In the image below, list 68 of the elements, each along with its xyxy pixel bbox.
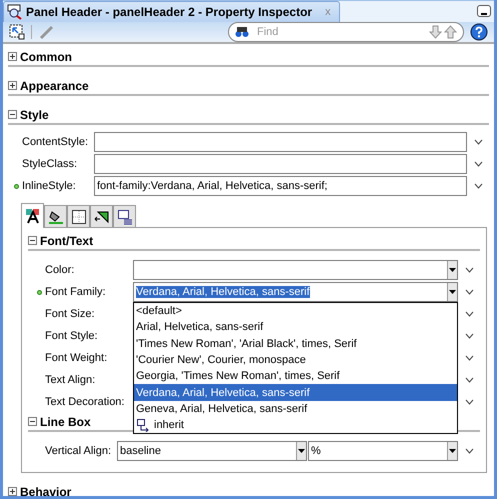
- property-label: Color:: [45, 264, 76, 276]
- property-label: Text Align:: [45, 374, 96, 386]
- minimize-icon: [481, 13, 487, 15]
- group-title: Font/Text: [40, 234, 94, 248]
- property-label: StyleClass:: [22, 158, 78, 170]
- expand-toggle[interactable]: [8, 81, 17, 90]
- field-value: font-family:Verdana, Arial, Helvetica, sans-serif;: [97, 180, 328, 192]
- combo-field[interactable]: baseline: [117, 441, 307, 461]
- field-value: Verdana, Arial, Helvetica, sans-serif: [136, 286, 310, 298]
- border-icon: [70, 208, 86, 224]
- text-field[interactable]: font-family:Verdana, Arial, Helvetica, sans-serif;: [94, 176, 467, 196]
- minus-icon: [29, 237, 36, 244]
- dropdown-option[interactable]: Georgia, 'Times New Roman', times, Serif: [134, 368, 457, 384]
- minus-icon: [29, 418, 36, 425]
- style-tab[interactable]: [67, 205, 90, 228]
- section-title: Appearance: [20, 78, 89, 92]
- plus-icon: [9, 488, 16, 495]
- plus-icon: [9, 82, 16, 89]
- window-title: Panel Header - panelHeader 2 - Property Inspector: [26, 5, 312, 19]
- style-tab[interactable]: [90, 205, 113, 228]
- list-icon: [116, 208, 132, 224]
- inherit-icon: [136, 418, 150, 432]
- expand-toggle[interactable]: [8, 52, 17, 61]
- panel-tab[interactable]: Panel Header - panelHeader 2 - Property Inspector x: [3, 1, 340, 22]
- triangle-icon: [449, 268, 456, 272]
- search-field[interactable]: Find: [228, 22, 464, 42]
- collapse-toggle[interactable]: [28, 417, 37, 426]
- property-label: Vertical Align:: [45, 445, 112, 457]
- binoculars-icon: [235, 26, 249, 38]
- style-tab[interactable]: [113, 205, 136, 228]
- plus-icon: [9, 53, 16, 60]
- property-label: Font Size:: [45, 308, 96, 320]
- dropdown-button[interactable]: [447, 442, 457, 460]
- style-tab[interactable]: [44, 205, 67, 228]
- box-icon: [94, 208, 110, 224]
- paint-bucket-icon: [48, 208, 64, 224]
- text-field[interactable]: [94, 132, 467, 152]
- property-label: Font Style:: [45, 330, 99, 342]
- font-icon: [24, 208, 40, 224]
- inspector-icon: [7, 4, 23, 20]
- dropdown-button[interactable]: [447, 283, 457, 301]
- dropdown-button[interactable]: [296, 442, 306, 460]
- group-title: Line Box: [40, 414, 91, 428]
- style-tab[interactable]: [21, 203, 44, 228]
- minimize-button[interactable]: [477, 5, 491, 17]
- expand-toggle[interactable]: [8, 487, 17, 496]
- section-title: Style: [20, 108, 49, 122]
- dropdown-option[interactable]: Verdana, Arial, Helvetica, sans-serif: [134, 384, 457, 401]
- property-label: ContentStyle:: [22, 136, 90, 148]
- triangle-icon: [449, 290, 456, 294]
- triangle-icon: [298, 449, 305, 453]
- triangle-icon: [449, 449, 456, 453]
- minus-icon: [9, 111, 16, 118]
- property-label: Font Weight:: [45, 352, 108, 364]
- section-title: Common: [20, 50, 72, 64]
- collapse-toggle[interactable]: [8, 110, 17, 119]
- section-title: Behavior: [20, 484, 72, 496]
- help-icon[interactable]: [470, 23, 488, 41]
- up-down-arrows-icon: [429, 25, 457, 39]
- property-label: Text Decoration:: [45, 396, 126, 408]
- collapse-toggle[interactable]: [28, 236, 37, 245]
- combo-field[interactable]: [133, 260, 458, 280]
- unit-field[interactable]: %: [308, 441, 458, 461]
- dropdown-button[interactable]: [447, 261, 457, 279]
- select-icon[interactable]: [9, 24, 25, 40]
- property-label: Font Family:: [45, 286, 107, 298]
- text-field[interactable]: [94, 154, 467, 174]
- property-label: InlineStyle:: [22, 180, 77, 192]
